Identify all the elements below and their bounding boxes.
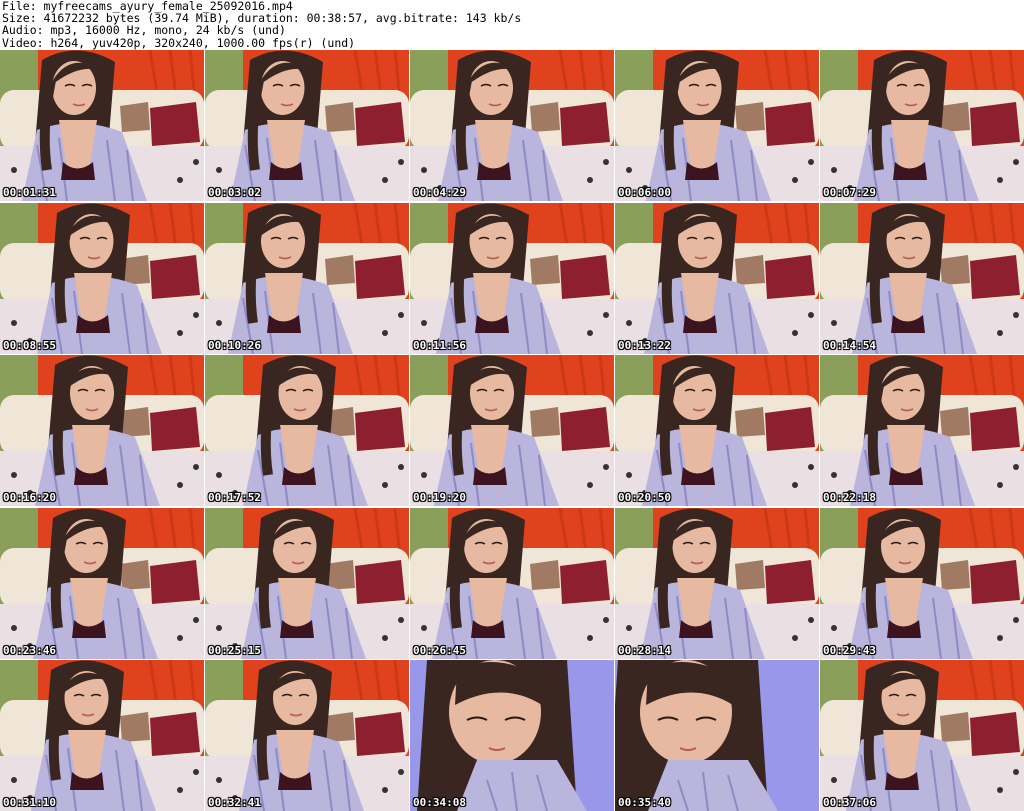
thumbnail-image [205, 355, 409, 506]
video-thumbnail: 00:17:52 [205, 355, 409, 506]
thumbnail-timestamp: 00:06:00 [618, 186, 671, 199]
thumbnail-timestamp: 00:03:02 [208, 186, 261, 199]
thumbnail-timestamp: 00:07:29 [823, 186, 876, 199]
thumbnail-image [0, 202, 204, 354]
thumbnail-timestamp: 00:10:26 [208, 338, 261, 352]
video-thumbnail: 00:23:46 [0, 507, 204, 659]
thumbnail-image [615, 507, 819, 659]
thumbnail-timestamp: 00:31:10 [3, 796, 56, 809]
video-thumbnail: 00:04:29 [410, 50, 614, 201]
thumbnail-grid: 00:01:31 00:03:02 00:04:29 00:06:00 00:07:29… [0, 50, 1024, 811]
thumbnail-timestamp: 00:29:43 [823, 643, 876, 657]
video-thumbnail: 00:28:14 [615, 507, 819, 659]
thumbnail-timestamp: 00:11:56 [413, 338, 466, 352]
file-info-header: File: myfreecams_ayury_female_25092016.m… [2, 0, 1022, 50]
thumbnail-image [820, 507, 1024, 659]
thumbnail-timestamp: 00:28:14 [618, 643, 671, 657]
video-thumbnail: 00:06:00 [615, 50, 819, 201]
thumbnail-image [205, 660, 409, 811]
audio-info-line: Audio: mp3, 16000 Hz, mono, 24 kb/s (und… [2, 23, 286, 38]
video-thumbnail: 00:14:54 [820, 202, 1024, 354]
video-info-line: Video: h264, yuv420p, 320x240, 1000.00 f… [2, 35, 356, 50]
video-thumbnail: 00:03:02 [205, 50, 409, 201]
thumbnail-image [820, 660, 1024, 811]
thumbnail-timestamp: 00:08:55 [3, 338, 56, 352]
video-thumbnail: 00:10:26 [205, 202, 409, 354]
thumbnail-timestamp: 00:25:15 [208, 643, 261, 657]
thumbnail-image [820, 355, 1024, 506]
thumbnail-image [410, 355, 614, 506]
thumbnail-timestamp: 00:37:06 [823, 796, 876, 809]
video-thumbnail: 00:07:29 [820, 50, 1024, 201]
video-thumbnail: 00:35:40 [615, 660, 819, 811]
thumbnail-image [615, 660, 819, 811]
thumbnail-image [615, 202, 819, 354]
video-thumbnail: 00:20:50 [615, 355, 819, 506]
video-thumbnail: 00:29:43 [820, 507, 1024, 659]
thumbnail-image [410, 50, 614, 201]
thumbnail-image [0, 50, 204, 201]
thumbnail-timestamp: 00:16:20 [3, 491, 56, 504]
video-thumbnail: 00:37:06 [820, 660, 1024, 811]
thumbnail-timestamp: 00:35:40 [618, 796, 671, 809]
thumbnail-timestamp: 00:22:18 [823, 491, 876, 504]
video-thumbnail: 00:01:31 [0, 50, 204, 201]
thumbnail-timestamp: 00:23:46 [3, 643, 56, 657]
video-thumbnail: 00:25:15 [205, 507, 409, 659]
thumbnail-image [0, 355, 204, 506]
thumbnail-image [410, 507, 614, 659]
thumbnail-image [410, 202, 614, 354]
thumbnail-image [410, 660, 614, 811]
video-thumbnail: 00:11:56 [410, 202, 614, 354]
thumbnail-image [205, 507, 409, 659]
thumbnail-timestamp: 00:19:20 [413, 491, 466, 504]
video-thumbnail: 00:22:18 [820, 355, 1024, 506]
video-thumbnail: 00:26:45 [410, 507, 614, 659]
video-thumbnail: 00:13:22 [615, 202, 819, 354]
video-thumbnail: 00:08:55 [0, 202, 204, 354]
thumbnail-image [205, 202, 409, 354]
thumbnail-timestamp: 00:04:29 [413, 186, 466, 199]
contact-sheet: File: myfreecams_ayury_female_25092016.m… [0, 0, 1024, 811]
thumbnail-timestamp: 00:17:52 [208, 491, 261, 504]
thumbnail-image [0, 660, 204, 811]
video-thumbnail: 00:32:41 [205, 660, 409, 811]
thumbnail-image [0, 507, 204, 659]
thumbnail-timestamp: 00:13:22 [618, 338, 671, 352]
thumbnail-timestamp: 00:26:45 [413, 643, 466, 657]
thumbnail-image [615, 355, 819, 506]
thumbnail-timestamp: 00:01:31 [3, 186, 56, 199]
video-thumbnail: 00:34:08 [410, 660, 614, 811]
video-thumbnail: 00:16:20 [0, 355, 204, 506]
thumbnail-timestamp: 00:34:08 [413, 796, 466, 809]
thumbnail-image [205, 50, 409, 201]
thumbnail-timestamp: 00:14:54 [823, 338, 876, 352]
thumbnail-image [615, 50, 819, 201]
thumbnail-timestamp: 00:32:41 [208, 796, 261, 809]
video-thumbnail: 00:31:10 [0, 660, 204, 811]
thumbnail-timestamp: 00:20:50 [618, 491, 671, 504]
video-thumbnail: 00:19:20 [410, 355, 614, 506]
thumbnail-image [820, 202, 1024, 354]
thumbnail-image [820, 50, 1024, 201]
